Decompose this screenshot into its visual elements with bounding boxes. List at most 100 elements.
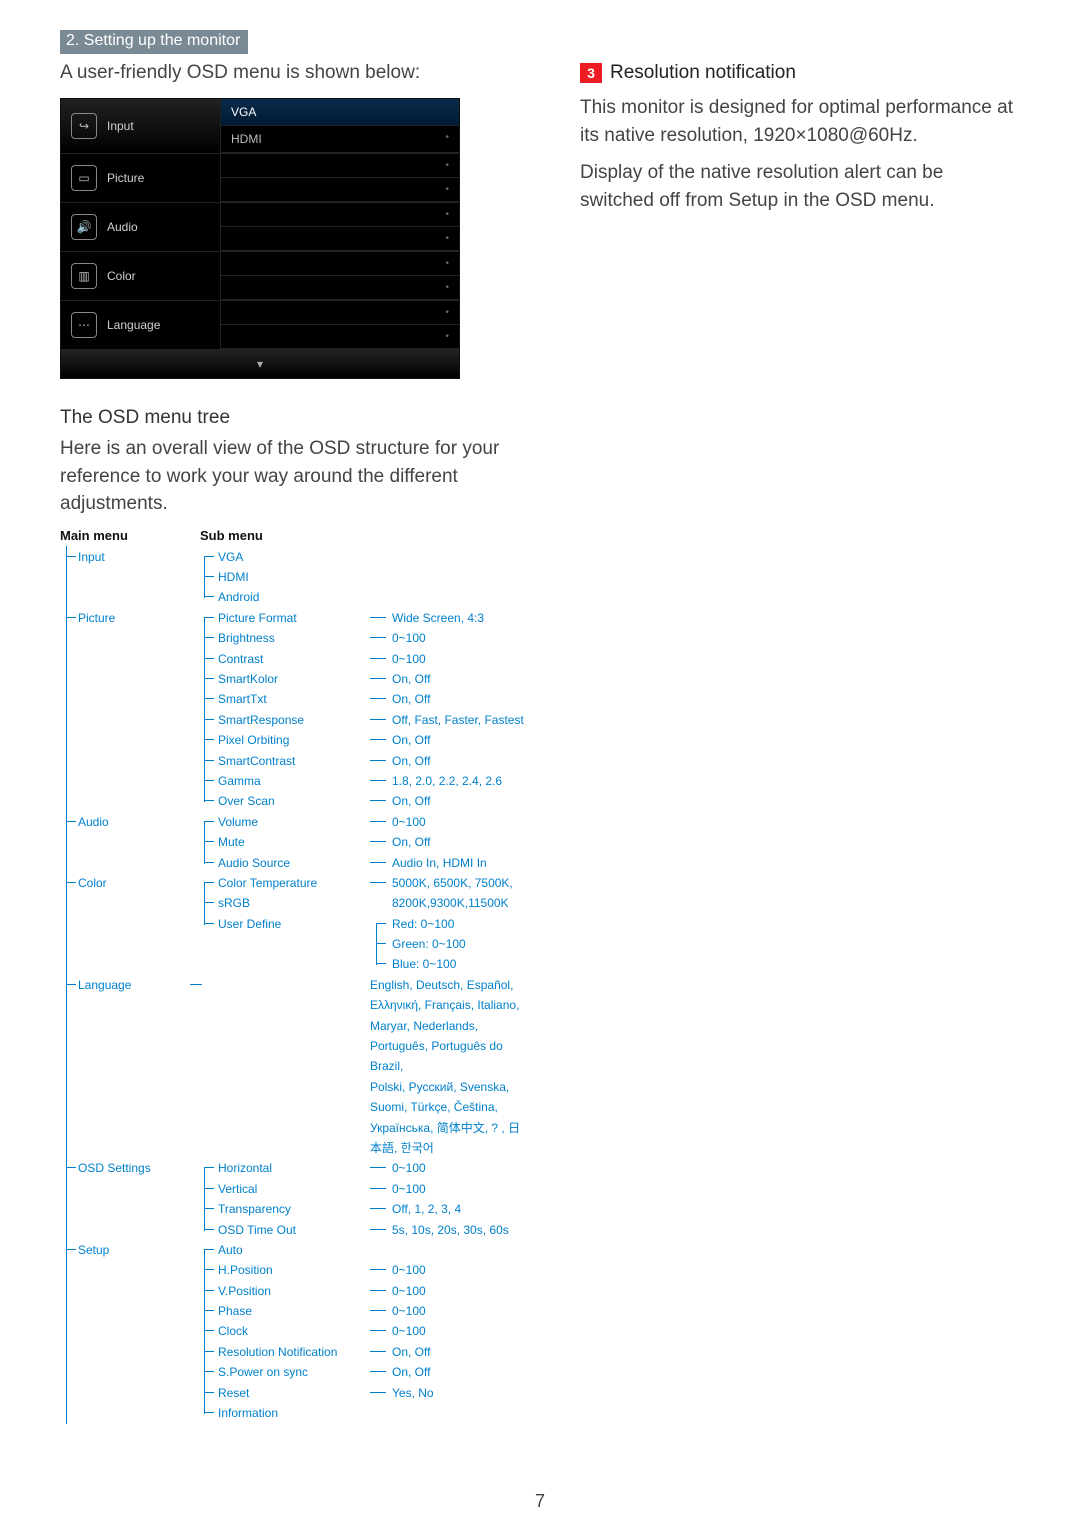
tree-opts: On, Off (370, 751, 530, 771)
tree-opts: On, Off (370, 730, 530, 750)
osd-sub-dot: • (445, 132, 449, 146)
osd-item-picture: ▭ Picture (61, 154, 221, 202)
tree-sub-label: Resolution Notification (218, 1345, 337, 1359)
tree-sub-label: Clock (218, 1324, 248, 1338)
tree-sub-label: Information (218, 1406, 278, 1420)
tree-opts: On, Off (370, 791, 530, 811)
picture-icon: ▭ (71, 165, 97, 191)
osd-item-label: Input (107, 119, 134, 133)
tree-header-sub: Sub menu (200, 528, 263, 543)
osd-tree-intro: Here is an overall view of the OSD struc… (60, 435, 530, 518)
page-number: 7 (0, 1491, 1080, 1512)
step-number-badge: 3 (580, 63, 602, 83)
tree-sub-label: SmartTxt (218, 692, 267, 706)
resolution-notification-heading: 3 Resolution notification (580, 62, 1020, 84)
tree-opts: Wide Screen, 4:3 (370, 608, 530, 628)
tree-sub-label: Reset (218, 1386, 249, 1400)
tree-opts: 0~100 (370, 649, 530, 669)
osd-dot: • (445, 331, 449, 342)
tree-sub-label: Audio Source (218, 856, 290, 870)
tree-opts: 0~100 (370, 1281, 530, 1301)
resolution-paragraph-1: This monitor is designed for optimal per… (580, 94, 1020, 149)
tree-sub-label: sRGB (218, 896, 250, 910)
osd-dot: • (445, 258, 449, 269)
tree-opts: 0~100 (370, 812, 530, 832)
tree-sub-label: Pixel Orbiting (218, 733, 289, 747)
language-icon: ⋯ (71, 312, 97, 338)
tree-opts-cont: 8200K,9300K,11500K (370, 893, 530, 913)
tree-opts: Off, Fast, Faster, Fastest (370, 710, 530, 730)
tree-opts: Off, 1, 2, 3, 4 (370, 1199, 530, 1219)
tree-opts: On, Off (370, 689, 530, 709)
tree-sub-label: V.Position (218, 1284, 271, 1298)
osd-bottom-arrow: ▾ (61, 350, 459, 378)
osd-dot: • (445, 160, 449, 171)
osd-dot: • (445, 184, 449, 195)
tree-sub-label: SmartContrast (218, 754, 295, 768)
tree-opts: 0~100 (370, 628, 530, 648)
tree-sub-label: Contrast (218, 652, 263, 666)
osd-placeholder: • (221, 276, 459, 300)
osd-sub-label: VGA (231, 105, 256, 119)
tree-sub-opt: Blue: 0~100 (370, 954, 530, 974)
osd-item-input: ↪ Input (61, 99, 221, 153)
osd-sub-vga: VGA (221, 99, 459, 126)
osd-placeholder: • (221, 301, 459, 325)
audio-icon: 🔊 (71, 214, 97, 240)
color-icon: ▥ (71, 263, 97, 289)
osd-item-label: Color (107, 269, 136, 283)
tree-sub-label: Auto (218, 1243, 243, 1257)
osd-placeholder: • (221, 227, 459, 251)
tree-sub-label: Vertical (218, 1182, 257, 1196)
tree-opts: 5000K, 6500K, 7500K, (370, 873, 530, 893)
tree-sub-label: User Define (218, 917, 281, 931)
osd-sub-label: HDMI (231, 132, 262, 146)
tree-sub-label: SmartKolor (218, 672, 278, 686)
osd-dot: • (445, 233, 449, 244)
tree-sub-label: Android (218, 590, 259, 604)
osd-menu-tree: Main menu Sub menu InputVGAHDMIAndroidPi… (60, 528, 530, 1424)
tree-sub-label: S.Power on sync (218, 1365, 308, 1379)
tree-sub-opt: Red: 0~100 (370, 914, 530, 934)
input-icon: ↪ (71, 113, 97, 139)
tree-sub-label: Volume (218, 815, 258, 829)
tree-sub-opt: Green: 0~100 (370, 934, 530, 954)
tree-opts: 0~100 (370, 1158, 530, 1178)
tree-opts: On, Off (370, 1342, 530, 1362)
osd-item-label: Audio (107, 220, 138, 234)
osd-item-label: Language (107, 318, 160, 332)
tree-sub-label: SmartResponse (218, 713, 304, 727)
tree-sub-label: Picture Format (218, 611, 297, 625)
osd-placeholder: • (221, 252, 459, 276)
tree-main-label: Audio (78, 815, 109, 829)
osd-item-language: ⋯ Language (61, 301, 221, 349)
tree-opts: On, Off (370, 1362, 530, 1382)
tree-main-label: Setup (78, 1243, 109, 1257)
tree-main-label: Picture (78, 611, 115, 625)
tree-sub-label: Gamma (218, 774, 261, 788)
intro-text: A user-friendly OSD menu is shown below: (60, 62, 530, 84)
osd-dot: • (445, 209, 449, 220)
tree-sub-label: HDMI (218, 570, 249, 584)
osd-placeholder: • (221, 154, 459, 178)
tree-opts: 0~100 (370, 1260, 530, 1280)
tree-sub-label: H.Position (218, 1263, 273, 1277)
tree-opts: 0~100 (370, 1321, 530, 1341)
osd-dot: • (445, 307, 449, 318)
tree-sub-label: Mute (218, 835, 245, 849)
osd-sub-hdmi: HDMI • (221, 126, 459, 153)
heading-text: Resolution notification (610, 62, 796, 84)
tree-opts: 0~100 (370, 1179, 530, 1199)
tree-header-main: Main menu (60, 528, 200, 543)
tree-opts: On, Off (370, 669, 530, 689)
tree-sub-label: Over Scan (218, 794, 275, 808)
tree-sub-label: Phase (218, 1304, 252, 1318)
tree-opts: Yes, No (370, 1383, 530, 1403)
tree-sub-label: OSD Time Out (218, 1223, 296, 1237)
tree-main-label: Language (78, 978, 131, 992)
tree-sub-label: Transparency (218, 1202, 291, 1216)
osd-menu-screenshot: ↪ Input VGA HDMI • ▭ Pictur (60, 98, 460, 379)
tree-language-list: English, Deutsch, Español, Ελληνική, Fra… (370, 975, 530, 1159)
tree-sub-label: Color Temperature (218, 876, 317, 890)
resolution-paragraph-2: Display of the native resolution alert c… (580, 159, 1020, 214)
